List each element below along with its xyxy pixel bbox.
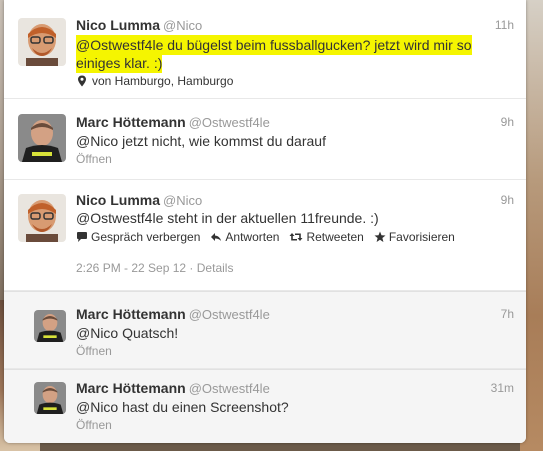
tweet-text: @Nico jetzt nicht, wie kommst du darauf [76, 133, 326, 149]
reply-button[interactable]: Antworten [210, 230, 279, 244]
tweet-time[interactable]: 11h [495, 18, 514, 32]
user-handle[interactable]: @Nico [163, 193, 202, 208]
reply-arrow-icon [211, 233, 222, 241]
tweet-item[interactable]: Nico Lumma @Nico 11h @Ostwestf4le du büge… [4, 0, 526, 99]
tweet-time[interactable]: 7h [501, 307, 514, 321]
mention-link[interactable]: @Ostwestf4le [76, 37, 163, 53]
open-link[interactable]: Öffnen [76, 344, 112, 358]
retweet-label: Retweeten [306, 230, 364, 244]
user-handle[interactable]: @Nico [163, 18, 202, 33]
tweet-text: @Nico Quatsch! [76, 325, 179, 341]
tweet-header: Nico Lumma @Nico [76, 192, 202, 208]
tweet-item-expanded[interactable]: Nico Lumma @Nico 9h @Ostwestf4le steht in… [4, 180, 526, 291]
retweet-icon [289, 233, 303, 241]
tweet-header: Marc Höttemann @Ostwestf4le [76, 306, 270, 322]
tweet-text: @Ostwestf4le steht in der aktuellen 11fr… [76, 210, 379, 226]
favorite-label: Favorisieren [388, 230, 455, 244]
highlighted-text-line2: einiges klar. :) [76, 53, 163, 73]
open-link[interactable]: Öffnen [76, 152, 112, 166]
favorite-button[interactable]: Favorisieren [374, 230, 455, 244]
location-label[interactable]: von Hamburgo, Hamburgo [92, 74, 233, 88]
user-name[interactable]: Marc Höttemann [76, 306, 186, 322]
user-name[interactable]: Marc Höttemann [76, 114, 186, 130]
user-handle[interactable]: @Ostwestf4le [189, 115, 270, 130]
speech-bubble-icon [77, 232, 87, 242]
tweet-text: @Nico hast du einen Screenshot? [76, 399, 289, 415]
hide-conversation-button[interactable]: Gespräch verbergen [76, 230, 200, 244]
tweet-time[interactable]: 9h [501, 193, 514, 207]
conversation-panel: Nico Lumma @Nico 11h @Ostwestf4le du büge… [4, 0, 526, 443]
tweet-item[interactable]: Marc Höttemann @Ostwestf4le 9h @Nico jetz… [4, 99, 526, 180]
tweet-header: Nico Lumma @Nico [76, 17, 202, 33]
hide-conversation-label: Gespräch verbergen [91, 230, 201, 244]
tweet-timestamp-row: 2:26 PM - 22 Sep 12 · Details [76, 261, 233, 275]
tweet-header: Marc Höttemann @Ostwestf4le [76, 114, 270, 130]
avatar[interactable] [34, 382, 66, 414]
tweet-location[interactable]: von Hamburgo, Hamburgo [76, 74, 233, 88]
tweet-time[interactable]: 31m [491, 381, 514, 395]
reply-label: Antworten [225, 230, 280, 244]
tweet-actions: Gespräch verbergen Antworten Retweeten F… [76, 230, 455, 244]
map-pin-icon [78, 75, 86, 87]
user-name[interactable]: Nico Lumma [76, 17, 160, 33]
tweet-header: Marc Höttemann @Ostwestf4le [76, 380, 270, 396]
avatar[interactable] [18, 194, 66, 242]
user-handle[interactable]: @Ostwestf4le [189, 307, 270, 322]
tweet-time[interactable]: 9h [501, 115, 514, 129]
reply-item[interactable]: Marc Höttemann @Ostwestf4le 7h @Nico Quat… [4, 291, 526, 369]
retweet-button[interactable]: Retweeten [289, 230, 364, 244]
tweet-text: @Ostwestf4le du bügelst beim fussballguc… [76, 35, 480, 73]
tweet-text-line1: du bügelst beim fussballgucken? jetzt wi… [163, 37, 472, 53]
tweet-timestamp[interactable]: 2:26 PM - 22 Sep 12 [76, 261, 186, 275]
user-name[interactable]: Marc Höttemann [76, 380, 186, 396]
avatar[interactable] [18, 18, 66, 66]
separator: · [189, 261, 194, 275]
open-link[interactable]: Öffnen [76, 418, 112, 432]
details-link[interactable]: Details [197, 261, 234, 275]
user-name[interactable]: Nico Lumma [76, 192, 160, 208]
avatar[interactable] [34, 310, 66, 342]
user-handle[interactable]: @Ostwestf4le [189, 381, 270, 396]
avatar[interactable] [18, 114, 66, 162]
highlighted-text: @Ostwestf4le du bügelst beim fussballguc… [76, 35, 472, 55]
reply-item[interactable]: Marc Höttemann @Ostwestf4le 31m @Nico has… [4, 369, 526, 443]
star-icon [374, 231, 386, 242]
